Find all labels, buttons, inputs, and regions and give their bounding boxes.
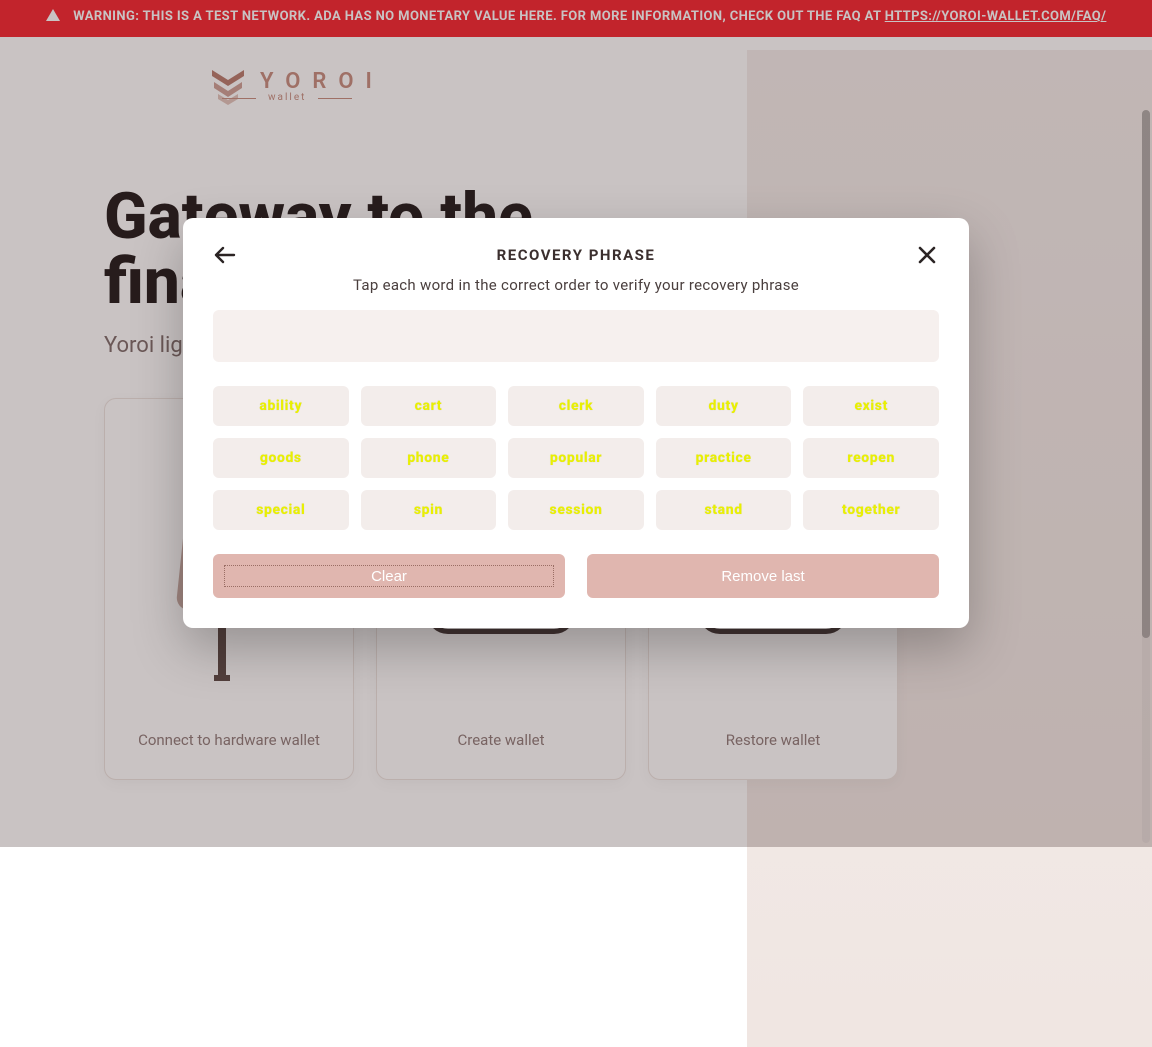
word-chip[interactable]: ability <box>213 386 349 426</box>
word-chip[interactable]: reopen <box>803 438 939 478</box>
word-chip[interactable]: goods <box>213 438 349 478</box>
arrow-left-icon <box>214 246 236 264</box>
modal-action-row: Clear Remove last <box>213 554 939 598</box>
word-chip[interactable]: clerk <box>508 386 644 426</box>
modal-title: RECOVERY PHRASE <box>237 246 915 264</box>
word-chip[interactable]: phone <box>361 438 497 478</box>
selected-words-box <box>213 310 939 362</box>
word-grid: ability cart clerk duty exist goods phon… <box>213 386 939 530</box>
clear-button[interactable]: Clear <box>213 554 565 598</box>
word-chip[interactable]: stand <box>656 490 792 530</box>
remove-last-button[interactable]: Remove last <box>587 554 939 598</box>
word-chip[interactable]: session <box>508 490 644 530</box>
recovery-phrase-modal: RECOVERY PHRASE Tap each word in the cor… <box>183 218 969 628</box>
modal-header: RECOVERY PHRASE <box>213 246 939 264</box>
word-chip[interactable]: exist <box>803 386 939 426</box>
word-chip[interactable]: practice <box>656 438 792 478</box>
close-icon <box>918 246 936 264</box>
word-chip[interactable]: together <box>803 490 939 530</box>
word-chip[interactable]: special <box>213 490 349 530</box>
word-chip[interactable]: spin <box>361 490 497 530</box>
modal-instruction: Tap each word in the correct order to ve… <box>213 276 939 294</box>
word-chip[interactable]: duty <box>656 386 792 426</box>
back-button[interactable] <box>213 246 237 264</box>
word-chip[interactable]: popular <box>508 438 644 478</box>
word-chip[interactable]: cart <box>361 386 497 426</box>
close-button[interactable] <box>915 246 939 264</box>
